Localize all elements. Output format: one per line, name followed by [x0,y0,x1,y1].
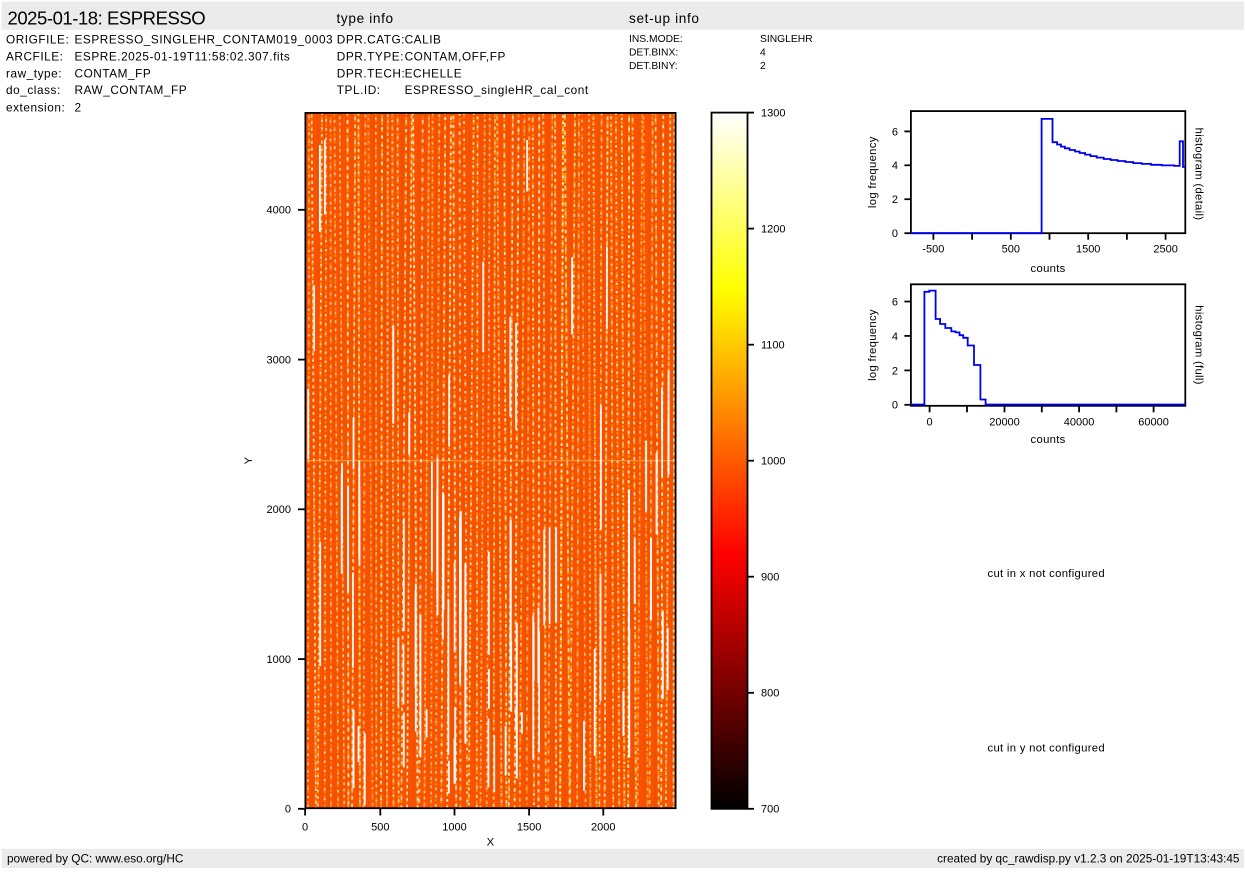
svg-text:raw_type:: raw_type: [6,66,62,80]
svg-text:ORIGFILE:: ORIGFILE: [6,32,69,46]
svg-text:INS.MODE:: INS.MODE: [629,34,683,45]
svg-text:1000: 1000 [442,822,466,834]
svg-text:1200: 1200 [761,224,785,236]
svg-text:histogram (detail): histogram (detail) [1193,128,1205,221]
svg-text:counts: counts [1031,434,1066,446]
svg-text:ARCFILE:: ARCFILE: [6,49,64,63]
svg-text:counts: counts [1031,263,1066,275]
svg-text:CALIB: CALIB [405,32,442,46]
svg-text:log frequency: log frequency [867,309,879,381]
svg-text:ESPRESSO_SINGLEHR_CONTAM019_00: ESPRESSO_SINGLEHR_CONTAM019_0003 [75,32,334,46]
svg-text:ECHELLE: ECHELLE [405,66,463,80]
svg-text:0: 0 [285,804,291,816]
svg-text:0: 0 [892,228,898,240]
svg-text:TPL.ID:: TPL.ID: [337,83,381,97]
svg-text:DPR.TECH:: DPR.TECH: [337,66,406,80]
svg-text:20000: 20000 [989,417,1020,429]
svg-text:900: 900 [761,572,779,584]
svg-text:X: X [487,837,495,849]
svg-text:0: 0 [302,822,308,834]
svg-text:1500: 1500 [1076,244,1100,256]
svg-text:cut in y not configured: cut in y not configured [988,742,1105,754]
svg-text:ESPRE.2025-01-19T11:58:02.307.: ESPRE.2025-01-19T11:58:02.307.fits [75,49,291,63]
svg-text:ESPRESSO_singleHR_cal_cont: ESPRESSO_singleHR_cal_cont [405,83,589,97]
svg-text:DET.BINX:: DET.BINX: [629,47,678,58]
svg-text:2: 2 [760,61,766,72]
svg-text:500: 500 [1002,244,1020,256]
svg-text:2: 2 [75,100,82,114]
svg-text:800: 800 [761,688,779,700]
svg-text:powered by QC: www.eso.org/HC: powered by QC: www.eso.org/HC [7,852,184,866]
svg-text:2: 2 [892,365,898,377]
svg-text:2: 2 [892,194,898,206]
svg-text:500: 500 [371,822,389,834]
svg-text:6: 6 [892,296,898,308]
svg-text:3000: 3000 [267,355,291,367]
svg-text:2500: 2500 [1153,244,1177,256]
svg-text:1500: 1500 [517,822,541,834]
svg-text:4: 4 [760,47,766,58]
svg-text:DPR.CATG:: DPR.CATG: [337,32,405,46]
svg-text:40000: 40000 [1064,417,1095,429]
svg-text:created by qc_rawdisp.py v1.2.: created by qc_rawdisp.py v1.2.3 on 2025-… [937,852,1240,866]
svg-text:DPR.TYPE:: DPR.TYPE: [337,49,404,63]
svg-text:CONTAM,OFF,FP: CONTAM,OFF,FP [405,49,506,63]
svg-text:CONTAM_FP: CONTAM_FP [75,66,152,80]
svg-text:0: 0 [927,417,933,429]
svg-text:SINGLEHR: SINGLEHR [760,34,813,45]
svg-text:1000: 1000 [761,456,785,468]
svg-text:Y: Y [243,456,255,464]
svg-text:set-up info: set-up info [629,11,700,26]
svg-text:2000: 2000 [267,504,291,516]
svg-text:type info: type info [337,11,394,26]
svg-text:4000: 4000 [267,205,291,217]
svg-text:1300: 1300 [761,108,785,120]
svg-text:6: 6 [892,126,898,138]
svg-text:log frequency: log frequency [867,136,879,208]
svg-text:4: 4 [892,331,898,343]
svg-text:1000: 1000 [267,654,291,666]
svg-text:extension:: extension: [6,100,65,114]
svg-text:RAW_CONTAM_FP: RAW_CONTAM_FP [75,83,188,97]
svg-text:0: 0 [892,400,898,412]
svg-text:-500: -500 [922,244,944,256]
svg-text:histogram (full): histogram (full) [1193,305,1205,385]
svg-text:2000: 2000 [591,822,615,834]
svg-text:2025-01-18: ESPRESSO: 2025-01-18: ESPRESSO [8,8,206,29]
svg-text:700: 700 [761,804,779,816]
svg-text:cut in x not configured: cut in x not configured [988,568,1105,580]
svg-text:60000: 60000 [1138,417,1169,429]
svg-text:4: 4 [892,160,898,172]
svg-text:DET.BINY:: DET.BINY: [629,61,678,72]
svg-text:do_class:: do_class: [6,83,61,97]
svg-text:1100: 1100 [761,340,785,352]
